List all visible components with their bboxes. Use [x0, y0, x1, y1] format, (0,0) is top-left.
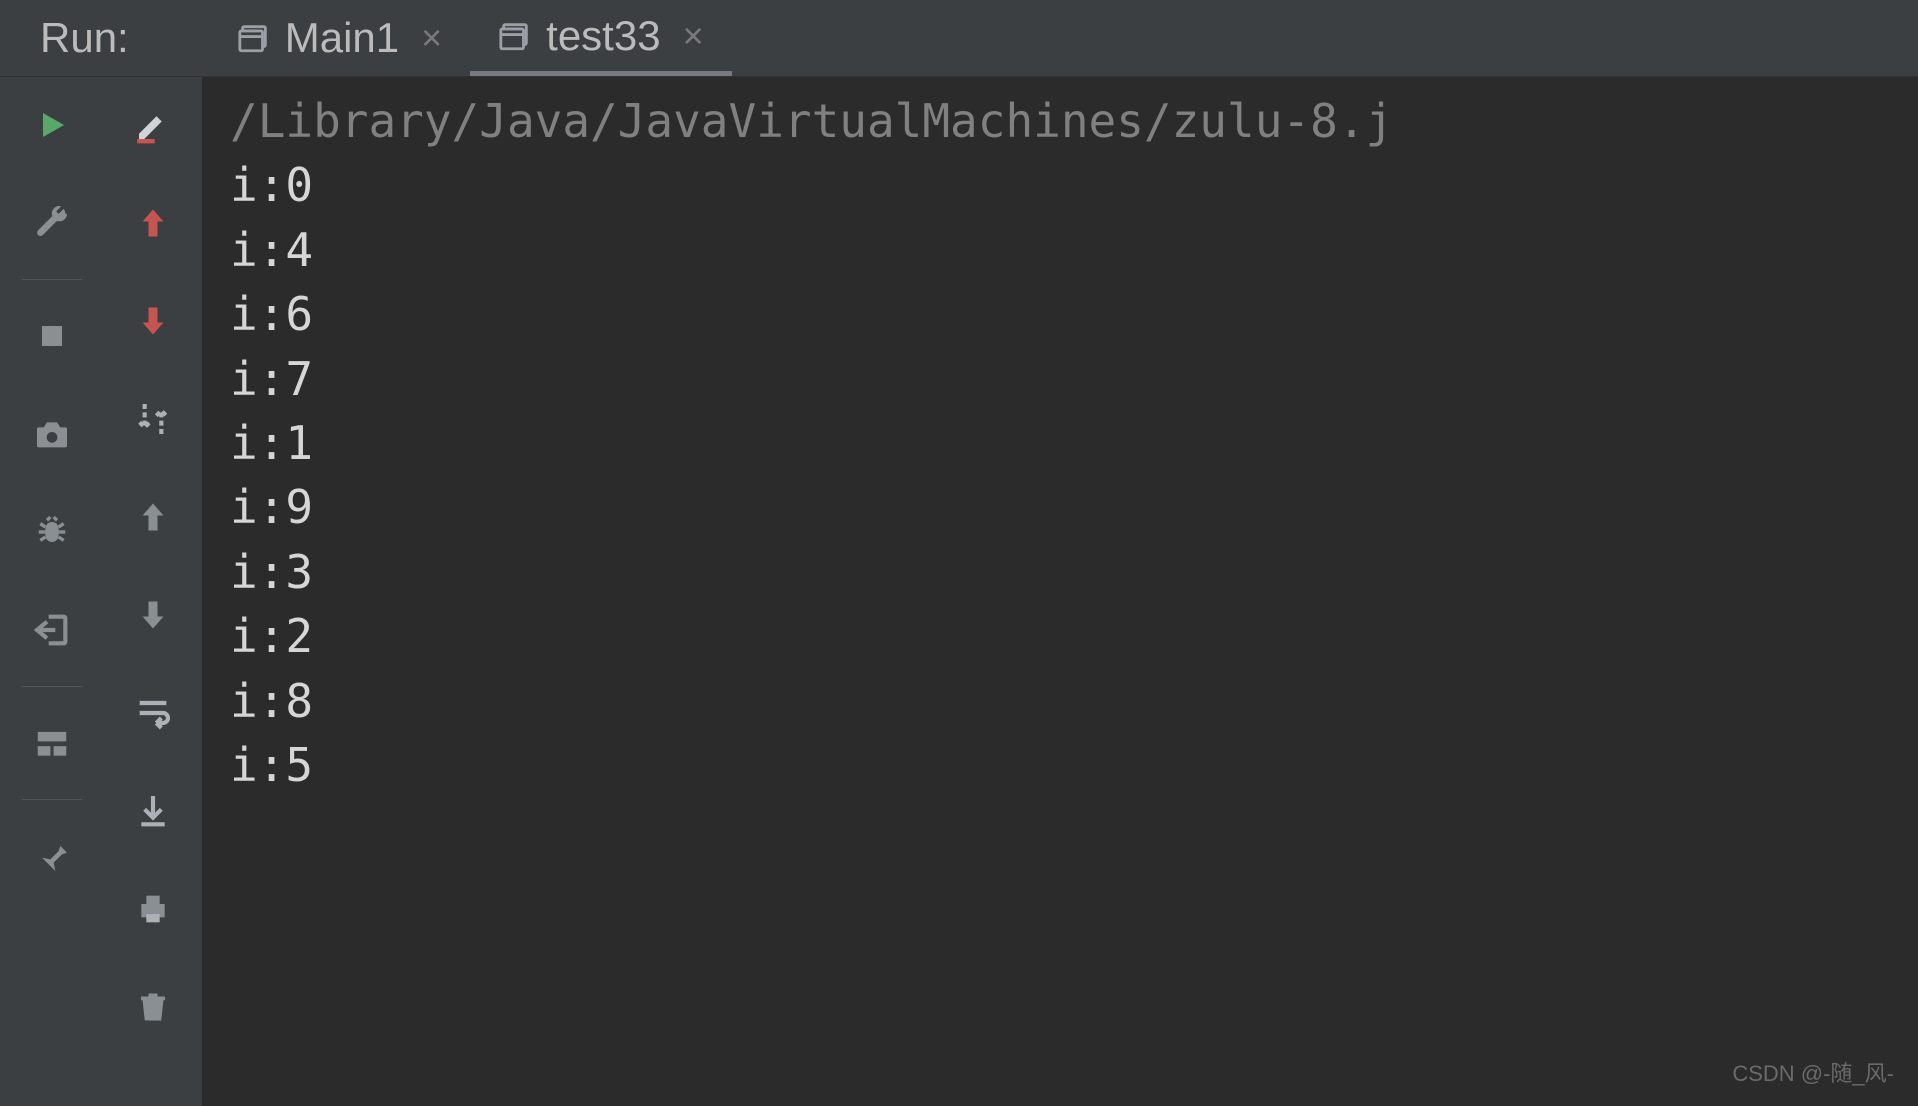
- output-line: i:3: [230, 540, 1890, 604]
- camera-button[interactable]: [28, 410, 76, 458]
- tab-label: test33: [546, 12, 660, 60]
- output-line: i:2: [230, 604, 1890, 668]
- layout-button[interactable]: [28, 719, 76, 767]
- print-button[interactable]: [129, 885, 177, 933]
- tab-test33[interactable]: test33 ×: [470, 0, 731, 76]
- trash-button[interactable]: [129, 983, 177, 1031]
- divider: [22, 799, 82, 800]
- down-stack-button[interactable]: [129, 297, 177, 345]
- exit-button[interactable]: [28, 606, 76, 654]
- window-icon: [498, 19, 532, 53]
- scroll-to-end-button[interactable]: [129, 787, 177, 835]
- output-line: i:9: [230, 475, 1890, 539]
- wrench-button[interactable]: [28, 199, 76, 247]
- toolbar-right: [104, 77, 202, 1106]
- rerun-button[interactable]: [28, 101, 76, 149]
- output-line: i:0: [230, 153, 1890, 217]
- soft-wrap-button[interactable]: [129, 689, 177, 737]
- run-label: Run:: [40, 14, 129, 62]
- bug-button[interactable]: [28, 508, 76, 556]
- tab-label: Main1: [285, 14, 399, 62]
- output-line: i:6: [230, 282, 1890, 346]
- tab-main1[interactable]: Main1 ×: [209, 0, 470, 76]
- output-line: i:1: [230, 411, 1890, 475]
- run-header: Run: Main1 × test33 ×: [0, 0, 1918, 77]
- command-line: /Library/Java/JavaVirtualMachines/zulu-8…: [230, 89, 1890, 153]
- up-stack-button[interactable]: [129, 199, 177, 247]
- close-icon[interactable]: ×: [683, 15, 704, 57]
- watermark: CSDN @-随_风-: [1732, 1056, 1894, 1088]
- pin-button[interactable]: [28, 832, 76, 880]
- output-line: i:8: [230, 669, 1890, 733]
- divider: [22, 686, 82, 687]
- down-button[interactable]: [129, 591, 177, 639]
- output-line: i:5: [230, 733, 1890, 797]
- close-icon[interactable]: ×: [421, 17, 442, 59]
- output-line: i:7: [230, 347, 1890, 411]
- divider: [22, 279, 82, 280]
- toolbar-left: [0, 77, 104, 1106]
- output-line: i:4: [230, 218, 1890, 282]
- edit-button[interactable]: [129, 101, 177, 149]
- sort-button[interactable]: [129, 395, 177, 443]
- window-icon: [237, 21, 271, 55]
- up-button[interactable]: [129, 493, 177, 541]
- stop-button[interactable]: [28, 312, 76, 360]
- console-output[interactable]: /Library/Java/JavaVirtualMachines/zulu-8…: [202, 77, 1918, 1106]
